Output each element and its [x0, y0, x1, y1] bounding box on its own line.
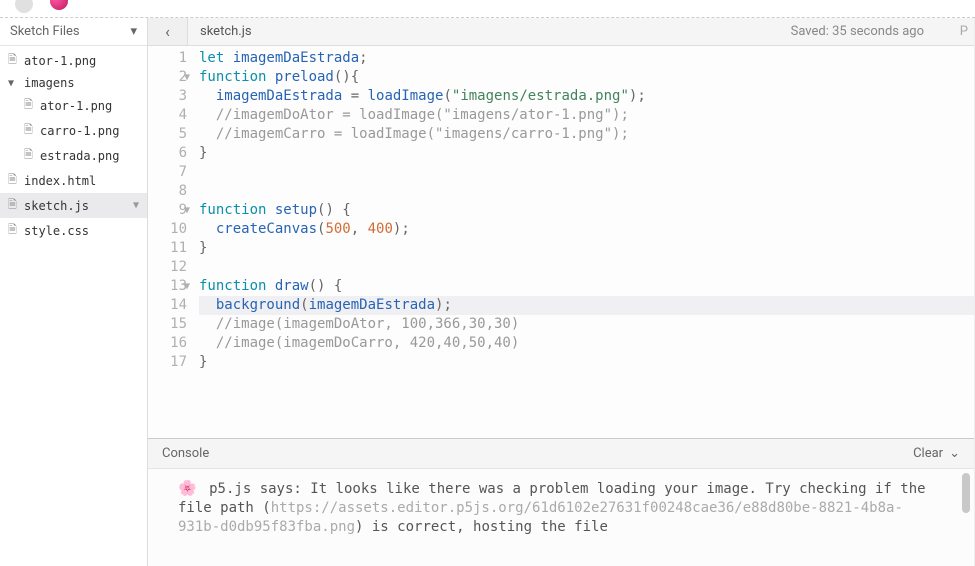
line-number: 15 — [148, 315, 187, 334]
code-editor[interactable]: 12▼3456789▼10111213▼14151617 let imagemD… — [148, 46, 974, 438]
editor-area: ‹ sketch.js Saved: 35 seconds ago P 12▼3… — [148, 18, 975, 566]
right-cut-text: P — [944, 24, 974, 39]
file-label: estrada.png — [40, 149, 119, 163]
chevron-left-icon: ‹ — [165, 22, 170, 41]
code-line[interactable]: } — [199, 239, 974, 258]
gutter: 12▼3456789▼10111213▼14151617 — [148, 46, 193, 438]
line-number: 14 — [148, 296, 187, 315]
file-item[interactable]: 🗎 estrada.png — [0, 143, 147, 168]
flower-icon: 🌸 — [178, 479, 197, 497]
code-line[interactable]: imagemDaEstrada = loadImage("imagens/est… — [199, 87, 974, 106]
fold-icon[interactable]: ▼ — [184, 201, 190, 220]
code-line[interactable]: //imagemDoAtor = loadImage("imagens/ator… — [199, 106, 974, 125]
line-number: 10 — [148, 220, 187, 239]
code[interactable]: let imagemDaEstrada;function preload(){ … — [193, 46, 974, 438]
sidebar-title: Sketch Files — [10, 24, 80, 39]
file-item[interactable]: 🗎 ator-1.png — [0, 93, 147, 118]
back-button[interactable]: ‹ — [148, 18, 188, 45]
file-icon: 🗎 — [24, 146, 36, 165]
tab-bar: ‹ sketch.js Saved: 35 seconds ago P — [148, 18, 974, 46]
file-label: imagens — [24, 76, 75, 90]
file-tree: 🗎 ator-1.png ▼ imagens 🗎 ator-1.png 🗎 carro-1.p… — [0, 46, 147, 566]
main: Sketch Files ▾ 🗎 ator-1.png ▼ imagens 🗎 ator-… — [0, 18, 975, 566]
code-line[interactable]: } — [199, 353, 974, 372]
code-line[interactable]: function draw() { — [199, 277, 974, 296]
chevron-down-icon[interactable]: ▼ — [133, 200, 139, 211]
file-label: ator-1.png — [40, 99, 112, 113]
line-number: 5 — [148, 125, 187, 144]
file-icon: 🗎 — [8, 51, 20, 70]
line-number: 1 — [148, 49, 187, 68]
top-bar — [0, 0, 975, 18]
code-line[interactable]: } — [199, 144, 974, 163]
file-item[interactable]: 🗎 ator-1.png — [0, 48, 147, 73]
console-panel: Console Clear ⌄ 🌸 p5.js says: It looks l… — [148, 438, 974, 566]
code-line[interactable]: //image(imagemDoCarro, 420,40,50,40) — [199, 334, 974, 353]
save-status: Saved: 35 seconds ago — [791, 24, 944, 39]
line-number: 13▼ — [148, 277, 187, 296]
chevron-down-icon[interactable]: ▾ — [130, 24, 137, 39]
file-icon: 🗎 — [8, 171, 20, 190]
line-number: 3 — [148, 87, 187, 106]
file-icon: 🗎 — [24, 121, 36, 140]
line-number: 17 — [148, 353, 187, 372]
clear-button[interactable]: Clear ⌄ — [913, 446, 960, 461]
chevron-down-icon: ⌄ — [949, 446, 960, 461]
fold-icon[interactable]: ▼ — [184, 68, 190, 87]
line-number: 7 — [148, 163, 187, 182]
line-number: 12 — [148, 258, 187, 277]
file-icon: 🗎 — [8, 221, 20, 240]
console-title: Console — [162, 446, 209, 461]
caret-down-icon: ▼ — [8, 78, 20, 89]
fold-icon[interactable]: ▼ — [184, 277, 190, 296]
line-number: 8 — [148, 182, 187, 201]
code-line[interactable]: function setup() { — [199, 201, 974, 220]
file-item[interactable]: 🗎 carro-1.png — [0, 118, 147, 143]
code-line[interactable]: //image(imagemDoAtor, 100,366,30,30) — [199, 315, 974, 334]
file-item[interactable]: 🗎 style.css — [0, 218, 147, 243]
file-label: style.css — [24, 224, 89, 238]
line-number: 16 — [148, 334, 187, 353]
line-number: 4 — [148, 106, 187, 125]
avatar[interactable] — [48, 0, 70, 12]
console-header: Console Clear ⌄ — [148, 439, 974, 469]
line-number: 2▼ — [148, 68, 187, 87]
code-line[interactable] — [199, 258, 974, 277]
line-number: 6 — [148, 144, 187, 163]
file-label: index.html — [24, 174, 96, 188]
scrollbar[interactable] — [962, 473, 970, 513]
code-line[interactable]: background(imagemDaEstrada); — [199, 296, 974, 315]
file-item[interactable]: 🗎 index.html — [0, 168, 147, 193]
file-label: sketch.js — [24, 199, 89, 213]
console-message-post: ) is correct, hosting the file — [355, 519, 608, 535]
console-body: 🌸 p5.js says: It looks like there was a … — [148, 469, 974, 566]
sidebar-header: Sketch Files ▾ — [0, 18, 147, 46]
file-label: carro-1.png — [40, 124, 119, 138]
line-number: 11 — [148, 239, 187, 258]
file-icon: 🗎 — [8, 196, 20, 215]
folder-item[interactable]: ▼ imagens — [0, 73, 147, 93]
avatar-placeholder — [15, 0, 33, 13]
code-line[interactable] — [199, 182, 974, 201]
code-line[interactable] — [199, 163, 974, 182]
open-file-name: sketch.js — [188, 24, 264, 39]
file-label: ator-1.png — [24, 54, 96, 68]
code-line[interactable]: createCanvas(500, 400); — [199, 220, 974, 239]
code-line[interactable]: let imagemDaEstrada; — [199, 49, 974, 68]
code-line[interactable]: //imagemCarro = loadImage("imagens/carro… — [199, 125, 974, 144]
line-number: 9▼ — [148, 201, 187, 220]
sidebar: Sketch Files ▾ 🗎 ator-1.png ▼ imagens 🗎 ator-… — [0, 18, 148, 566]
code-line[interactable]: function preload(){ — [199, 68, 974, 87]
clear-label: Clear — [913, 446, 943, 461]
file-item[interactable]: 🗎 sketch.js ▼ — [0, 193, 147, 218]
file-icon: 🗎 — [24, 96, 36, 115]
